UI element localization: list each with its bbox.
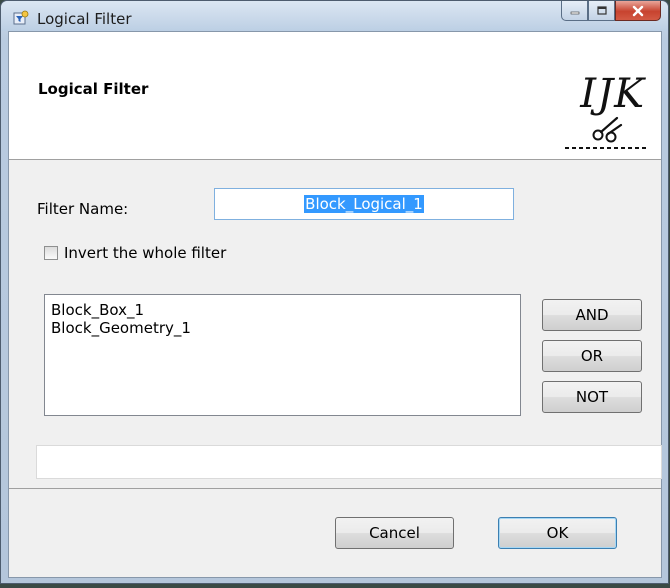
title-bar[interactable]: Logical Filter [1, 1, 668, 31]
status-field [36, 445, 662, 479]
close-icon [632, 5, 644, 16]
minimize-button[interactable] [561, 1, 588, 21]
scissors-cut-line-logo [565, 116, 649, 149]
dialog-client-area: Logical Filter IJK Filter Name: Block_Lo… [8, 31, 662, 578]
filter-name-input[interactable]: Block_Logical_1 [214, 188, 514, 220]
or-button[interactable]: OR [542, 340, 642, 372]
maximize-icon [596, 5, 607, 15]
filter-name-value: Block_Logical_1 [304, 195, 424, 213]
filter-name-label: Filter Name: [37, 200, 129, 218]
and-button[interactable]: AND [542, 299, 642, 331]
minimize-icon [570, 11, 579, 14]
logical-filter-window: Logical Filter Logical Filter IJK Filter… [0, 0, 669, 584]
not-button[interactable]: NOT [542, 381, 642, 413]
list-item[interactable]: Block_Box_1 [51, 301, 514, 319]
filter-window-icon [13, 10, 29, 25]
window-title: Logical Filter [37, 10, 132, 28]
filter-list[interactable]: Block_Box_1 Block_Geometry_1 [44, 294, 521, 416]
ok-button[interactable]: OK [498, 517, 617, 549]
dialog-footer: Cancel OK [9, 489, 661, 577]
cancel-button[interactable]: Cancel [335, 517, 454, 549]
ijk-logo: IJK [561, 68, 651, 158]
maximize-button[interactable] [588, 1, 615, 21]
caption-buttons [561, 1, 661, 22]
invert-filter-checkbox[interactable] [44, 246, 58, 260]
banner-title: Logical Filter [38, 80, 149, 98]
invert-filter-label[interactable]: Invert the whole filter [64, 244, 226, 262]
close-button[interactable] [615, 1, 661, 21]
list-item[interactable]: Block_Geometry_1 [51, 319, 514, 337]
dialog-banner: Logical Filter IJK [9, 32, 661, 160]
